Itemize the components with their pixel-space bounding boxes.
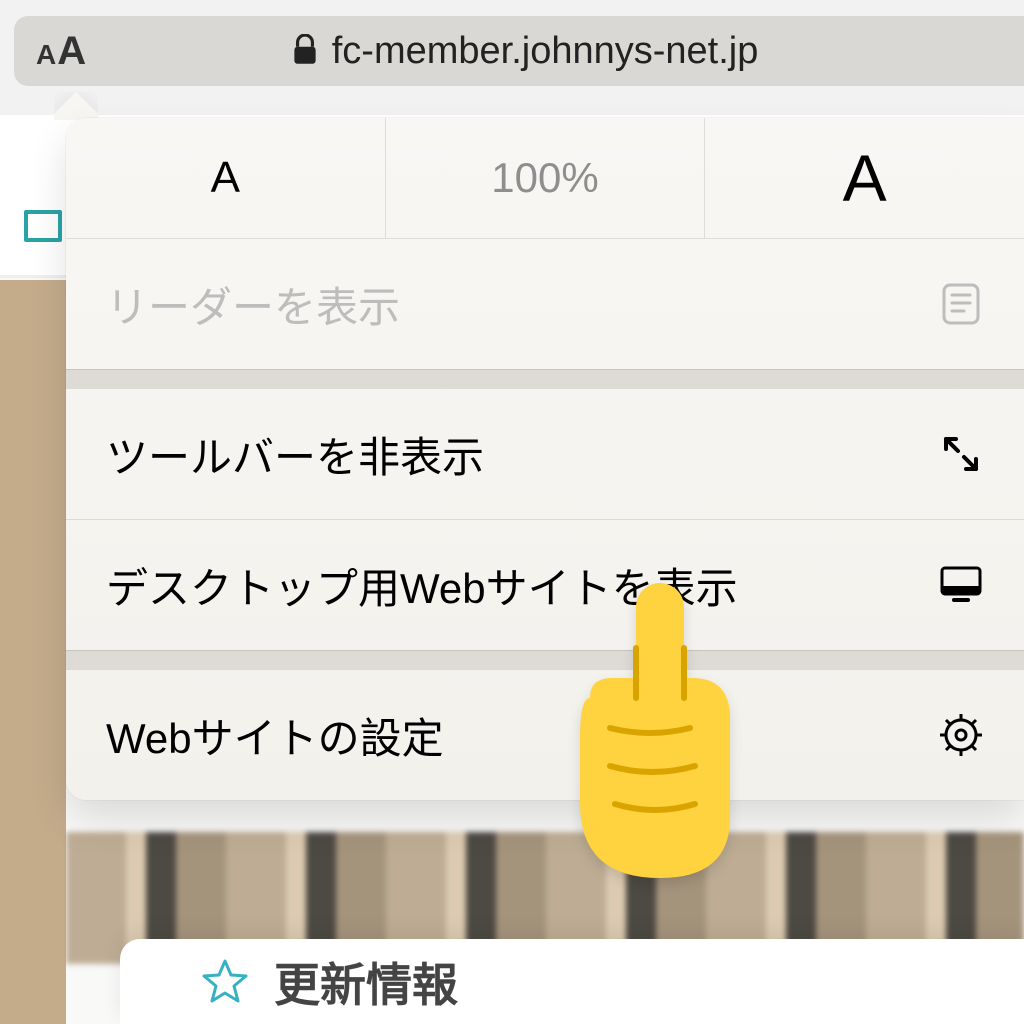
popover-arrow (54, 92, 98, 120)
section-separator (66, 369, 1024, 388)
zoom-row: A 100% A (66, 118, 1024, 238)
lock-icon (292, 34, 318, 68)
show-reader-label: リーダーを表示 (106, 274, 400, 335)
show-reader-row: リーダーを表示 (66, 238, 1024, 369)
big-a-icon: A (57, 29, 86, 74)
request-desktop-label: デスクトップ用Webサイトを表示 (106, 555, 738, 616)
gear-icon (938, 712, 984, 758)
reader-icon (938, 281, 984, 327)
request-desktop-row[interactable]: デスクトップ用Webサイトを表示 (66, 519, 1024, 650)
updates-card[interactable]: 更新情報 (120, 939, 1024, 1024)
zoom-out-button[interactable]: A (66, 118, 386, 238)
website-settings-label: Webサイトの設定 (106, 705, 444, 766)
address-text[interactable]: fc-member.johnnys-net.jp (86, 30, 1024, 73)
zoom-level-display[interactable]: 100% (386, 118, 706, 238)
zoom-out-a-icon: A (211, 153, 240, 203)
star-outline-icon (200, 957, 250, 1007)
desktop-monitor-icon (938, 562, 984, 608)
small-a-icon: A (36, 39, 56, 71)
page-settings-popover: A 100% A リーダーを表示 ツールバーを (66, 118, 1024, 800)
zoom-in-a-icon: A (843, 140, 887, 216)
zoom-percent-text: 100% (491, 154, 598, 202)
bookmark-outline-icon (24, 210, 62, 242)
hide-toolbar-label: ツールバーを非表示 (106, 424, 484, 485)
address-bar[interactable]: A A fc-member.johnnys-net.jp (14, 16, 1024, 86)
expand-arrows-icon (938, 431, 984, 477)
zoom-in-button[interactable]: A (705, 118, 1024, 238)
section-separator-2 (66, 650, 1024, 669)
hide-toolbar-row[interactable]: ツールバーを非表示 (66, 388, 1024, 519)
left-beige-band (0, 280, 66, 1024)
domain-text: fc-member.johnnys-net.jp (332, 30, 759, 73)
text-size-aa-icon[interactable]: A A (36, 29, 86, 74)
updates-card-label: 更新情報 (274, 949, 458, 1015)
website-settings-row[interactable]: Webサイトの設定 (66, 669, 1024, 800)
